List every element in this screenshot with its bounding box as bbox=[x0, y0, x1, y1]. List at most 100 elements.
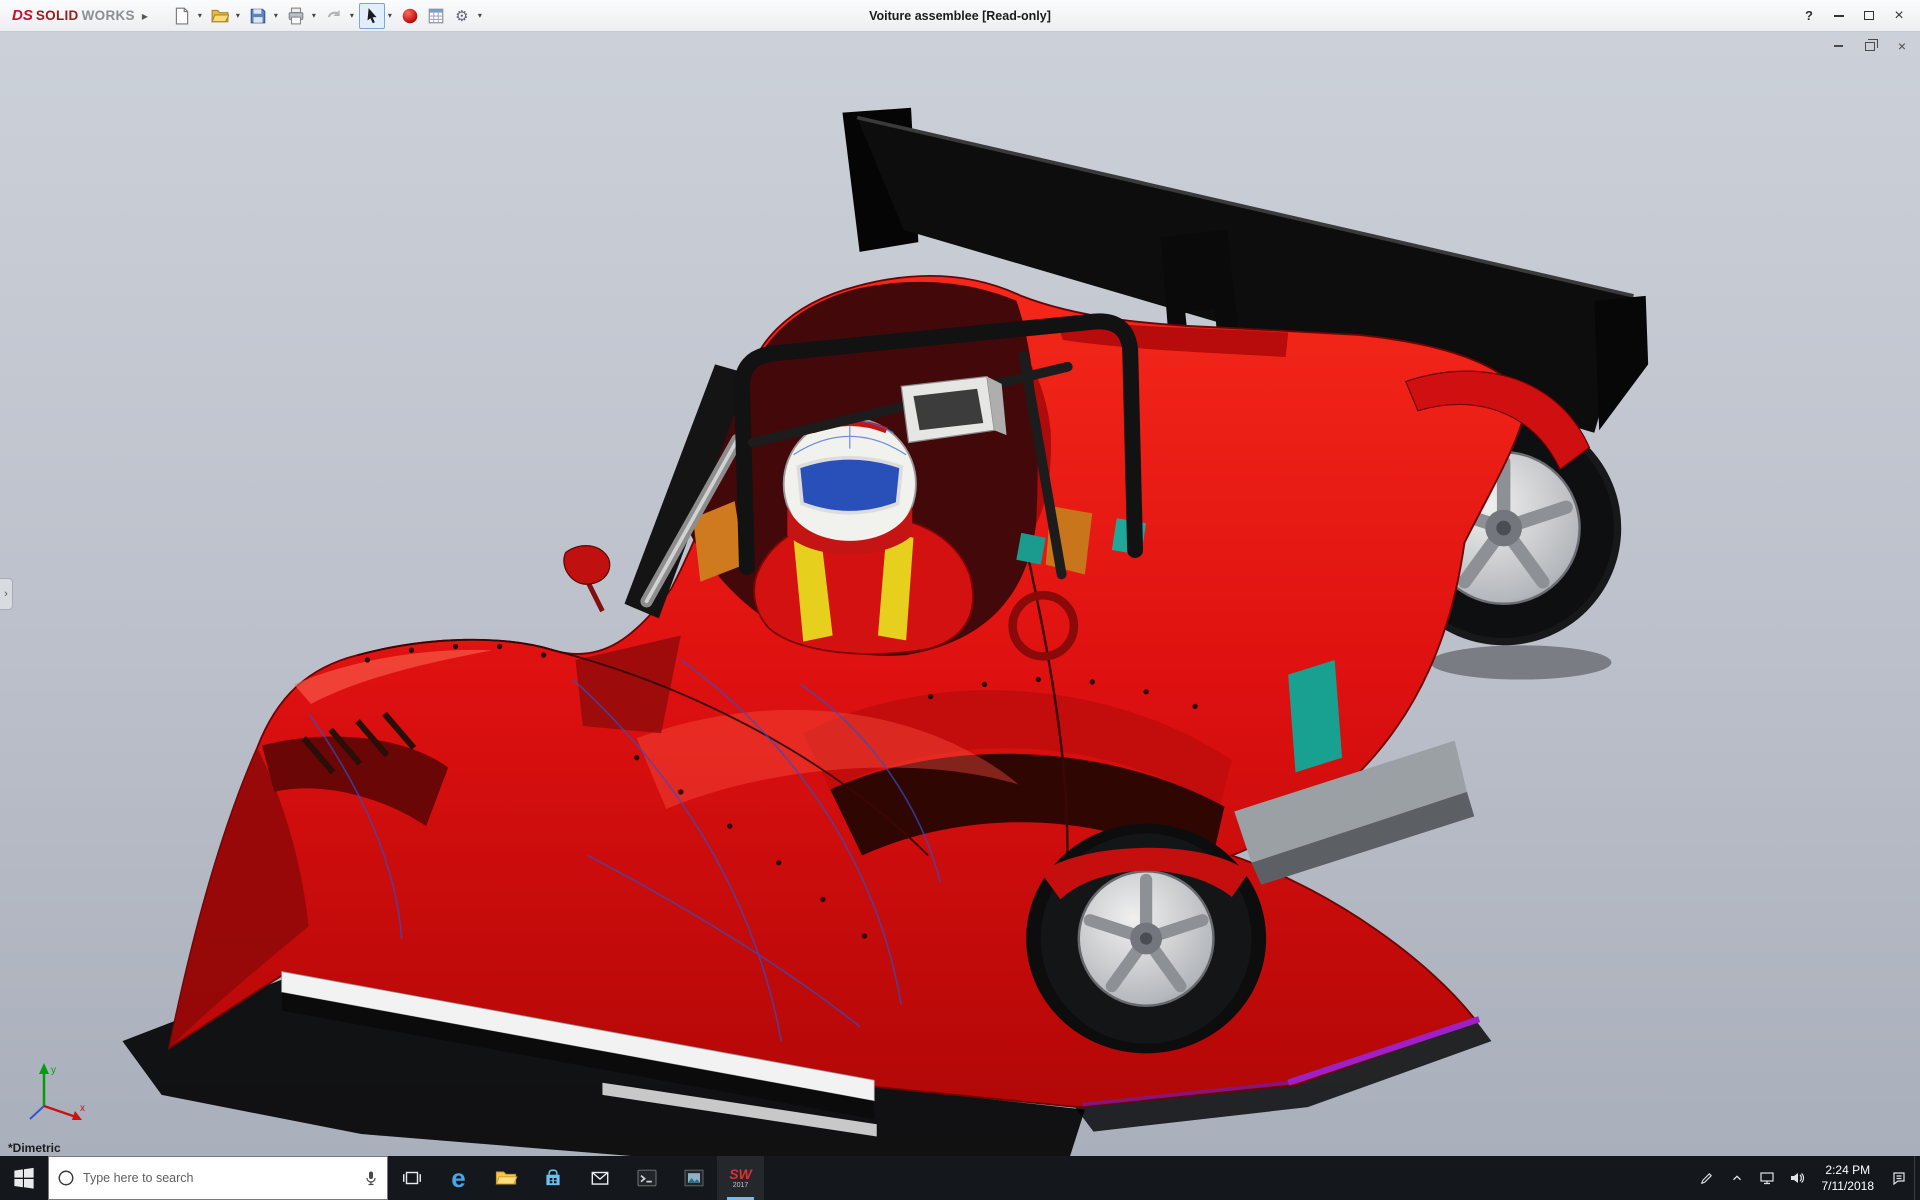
close-icon: × bbox=[1898, 39, 1906, 53]
minimize-icon bbox=[1834, 15, 1844, 17]
left-rear-wheel[interactable] bbox=[1026, 824, 1266, 1054]
task-view-button[interactable] bbox=[388, 1156, 435, 1200]
search-input[interactable] bbox=[83, 1171, 355, 1185]
new-document-icon bbox=[173, 7, 191, 25]
screen: DS SOLIDWORKS ▸ ▾ ▾ ▾ ▾ ▾ ▾ bbox=[0, 0, 1920, 1200]
start-button[interactable] bbox=[0, 1156, 48, 1200]
network-icon bbox=[1759, 1170, 1775, 1186]
command-prompt-icon bbox=[635, 1166, 659, 1190]
brand-solid: SOLID bbox=[36, 8, 79, 23]
helmet-visor bbox=[798, 458, 901, 513]
mail-envelope-icon bbox=[589, 1167, 611, 1189]
select-button[interactable] bbox=[359, 3, 385, 29]
help-button[interactable]: ? bbox=[1794, 0, 1824, 32]
taskbar-app-photos[interactable] bbox=[670, 1156, 717, 1200]
maximize-icon bbox=[1864, 11, 1874, 20]
document-close-button[interactable]: × bbox=[1894, 38, 1910, 54]
graphics-viewport[interactable]: × › y x *Dimetric bbox=[0, 32, 1920, 1156]
print-icon bbox=[287, 7, 305, 25]
print-dropdown[interactable]: ▾ bbox=[309, 11, 319, 20]
task-view-icon bbox=[401, 1167, 423, 1189]
tray-date: 7/11/2018 bbox=[1822, 1178, 1875, 1194]
ds-logo: DS bbox=[12, 7, 33, 24]
file-explorer-icon bbox=[494, 1166, 518, 1190]
save-dropdown[interactable]: ▾ bbox=[271, 11, 281, 20]
gear-icon: ⚙ bbox=[455, 7, 468, 25]
action-center-icon bbox=[1891, 1170, 1907, 1186]
minimize-button[interactable] bbox=[1824, 0, 1854, 32]
open-dropdown[interactable]: ▾ bbox=[233, 11, 243, 20]
save-floppy-icon bbox=[249, 7, 267, 25]
pen-icon bbox=[1699, 1171, 1714, 1186]
new-document-dropdown[interactable]: ▾ bbox=[195, 11, 205, 20]
store-bag-icon bbox=[542, 1167, 564, 1189]
view-orientation-label: *Dimetric bbox=[8, 1141, 61, 1155]
taskbar-search[interactable] bbox=[48, 1156, 388, 1200]
window-controls: ? × bbox=[1794, 0, 1914, 32]
appearance-sphere-icon bbox=[401, 7, 419, 25]
show-desktop-button[interactable] bbox=[1914, 1156, 1920, 1200]
y-axis-arrow bbox=[39, 1063, 49, 1074]
car-assembly-model[interactable] bbox=[0, 32, 1920, 1156]
open-button[interactable] bbox=[207, 3, 233, 29]
document-restore-button[interactable] bbox=[1862, 38, 1878, 54]
select-cursor-icon bbox=[363, 7, 381, 25]
save-button[interactable] bbox=[245, 3, 271, 29]
photos-icon bbox=[682, 1166, 706, 1190]
network-tray-button[interactable] bbox=[1752, 1156, 1782, 1200]
y-axis-label: y bbox=[51, 1065, 56, 1076]
teal-window bbox=[1288, 660, 1342, 772]
minimize-icon bbox=[1834, 45, 1843, 47]
z-axis-arrow bbox=[30, 1106, 44, 1119]
taskbar-app-store[interactable] bbox=[529, 1156, 576, 1200]
undo-icon bbox=[325, 7, 343, 25]
taskbar-app-solidworks[interactable]: SW 2017 bbox=[717, 1156, 764, 1200]
x-axis-label: x bbox=[80, 1103, 85, 1114]
hidden-icons-button[interactable] bbox=[1722, 1156, 1752, 1200]
maximize-button[interactable] bbox=[1854, 0, 1884, 32]
windows-logo-icon bbox=[13, 1167, 35, 1189]
taskbar-app-command-prompt[interactable] bbox=[623, 1156, 670, 1200]
tray-time: 2:24 PM bbox=[1822, 1162, 1875, 1178]
taskbar-app-edge[interactable]: e bbox=[435, 1156, 482, 1200]
undo-dropdown[interactable]: ▾ bbox=[347, 11, 357, 20]
driver-helmet[interactable] bbox=[784, 418, 916, 555]
edge-icon: e bbox=[451, 1165, 465, 1191]
taskbar-app-mail[interactable] bbox=[576, 1156, 623, 1200]
titlebar: DS SOLIDWORKS ▸ ▾ ▾ ▾ ▾ ▾ ▾ bbox=[0, 0, 1920, 32]
orientation-triad: y x bbox=[22, 1062, 88, 1128]
brand-works: WORKS bbox=[82, 8, 135, 23]
microphone-icon[interactable] bbox=[363, 1170, 379, 1186]
close-button[interactable]: × bbox=[1884, 0, 1914, 32]
restore-icon bbox=[1865, 42, 1875, 51]
volume-icon bbox=[1789, 1170, 1805, 1186]
design-table-button[interactable] bbox=[423, 3, 449, 29]
select-dropdown[interactable]: ▾ bbox=[385, 11, 395, 20]
document-minimize-button[interactable] bbox=[1830, 38, 1846, 54]
cortana-circle-icon bbox=[57, 1169, 75, 1187]
open-folder-icon bbox=[211, 7, 229, 25]
appearance-button[interactable] bbox=[397, 3, 423, 29]
system-tray: 2:24 PM 7/11/2018 bbox=[1692, 1156, 1920, 1200]
taskbar-clock[interactable]: 2:24 PM 7/11/2018 bbox=[1812, 1162, 1885, 1194]
menu-flyout-arrow[interactable]: ▸ bbox=[135, 9, 155, 23]
undo-button[interactable] bbox=[321, 3, 347, 29]
print-button[interactable] bbox=[283, 3, 309, 29]
design-table-icon bbox=[427, 7, 445, 25]
taskbar: e bbox=[0, 1156, 1920, 1200]
side-mirror[interactable] bbox=[564, 546, 610, 611]
solidworks-2017-icon: SW 2017 bbox=[729, 1167, 752, 1189]
options-button[interactable]: ⚙ bbox=[449, 3, 475, 29]
solidworks-logo: DS SOLIDWORKS bbox=[6, 7, 135, 24]
volume-tray-button[interactable] bbox=[1782, 1156, 1812, 1200]
options-dropdown[interactable]: ▾ bbox=[475, 11, 485, 20]
quick-toolbar: ▾ ▾ ▾ ▾ ▾ ▾ bbox=[169, 3, 487, 29]
new-document-button[interactable] bbox=[169, 3, 195, 29]
action-center-button[interactable] bbox=[1884, 1156, 1914, 1200]
chevron-up-icon bbox=[1730, 1171, 1744, 1185]
pen-tray-button[interactable] bbox=[1692, 1156, 1722, 1200]
feature-panel-collapse-tab[interactable]: › bbox=[0, 578, 13, 610]
close-icon: × bbox=[1894, 8, 1903, 24]
taskbar-app-file-explorer[interactable] bbox=[482, 1156, 529, 1200]
document-window-controls: × bbox=[1830, 38, 1910, 54]
